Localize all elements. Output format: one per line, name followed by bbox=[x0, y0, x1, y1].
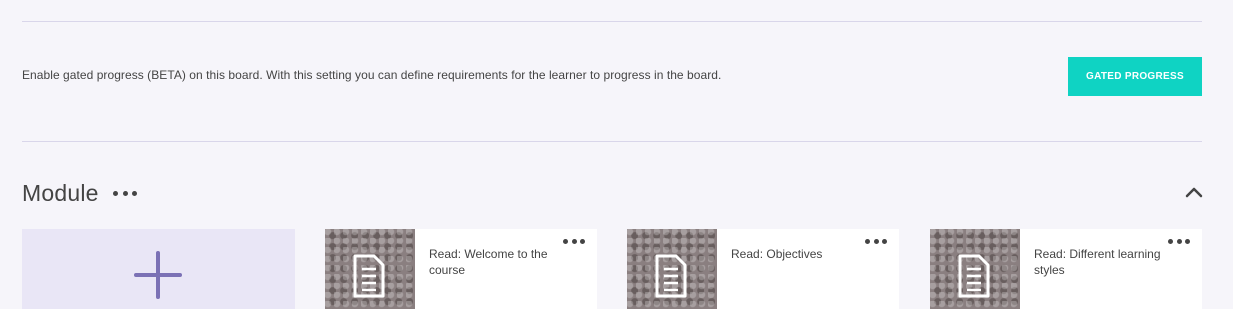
document-icon bbox=[353, 254, 385, 298]
module-more-icon[interactable] bbox=[113, 183, 137, 203]
document-icon bbox=[958, 254, 990, 298]
card-objectives[interactable]: Read: Objectives bbox=[627, 229, 899, 309]
card-more-icon[interactable] bbox=[865, 237, 887, 245]
section-divider bbox=[22, 141, 1202, 142]
card-welcome[interactable]: Read: Welcome to the course bbox=[325, 229, 597, 309]
gated-progress-description: Enable gated progress (BETA) on this boa… bbox=[22, 68, 722, 82]
plus-icon bbox=[134, 251, 182, 299]
card-title: Read: Different learning styles bbox=[1034, 247, 1161, 277]
gated-progress-button[interactable]: GATED PROGRESS bbox=[1068, 57, 1202, 96]
document-icon bbox=[655, 254, 687, 298]
card-thumbnail bbox=[627, 229, 717, 309]
card-title: Read: Objectives bbox=[731, 247, 823, 261]
card-thumbnail bbox=[325, 229, 415, 309]
card-more-icon[interactable] bbox=[1168, 237, 1190, 245]
top-divider bbox=[22, 21, 1202, 22]
card-learning-styles[interactable]: Read: Different learning styles bbox=[930, 229, 1202, 309]
chevron-up-icon[interactable] bbox=[1184, 184, 1204, 200]
card-more-icon[interactable] bbox=[563, 237, 585, 245]
add-card-button[interactable] bbox=[22, 229, 295, 309]
card-thumbnail bbox=[930, 229, 1020, 309]
module-title: Module bbox=[22, 180, 99, 206]
card-title: Read: Welcome to the course bbox=[429, 247, 548, 277]
